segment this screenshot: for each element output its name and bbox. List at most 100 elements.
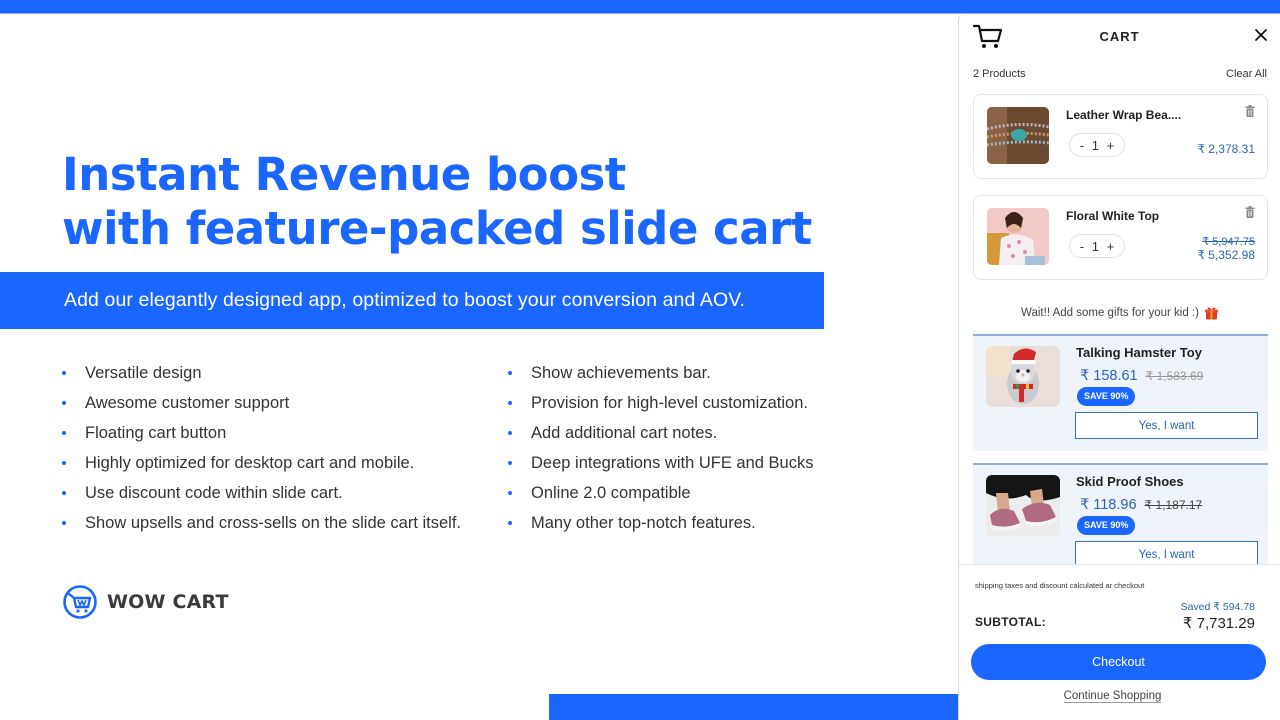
continue-shopping: Continue Shopping (959, 690, 1266, 703)
continue-shopping-link[interactable]: Continue Shopping (1063, 690, 1162, 703)
feature-text: Show achievements bar. (531, 363, 711, 382)
feature-item: Many other top-notch features. (508, 508, 813, 538)
bullet-icon (62, 371, 66, 375)
item-price: ₹ 2,378.31 (1197, 142, 1255, 156)
item-name: Floral White Top (1066, 209, 1160, 223)
bottom-accent-bar (549, 694, 969, 720)
save-badge: SAVE 90% (1077, 387, 1136, 406)
feature-item: Floating cart button (62, 418, 461, 448)
gift-message-text: Wait!! Add some gifts for your kid :) (1021, 307, 1199, 319)
qty-increase-button[interactable]: + (1107, 138, 1115, 153)
feature-item: Use discount code within slide cart. (62, 478, 461, 508)
bullet-icon (62, 401, 66, 405)
feature-text: Many other top-notch features. (531, 513, 756, 532)
headline-line-1: Instant Revenue boost (62, 148, 626, 201)
feature-text: Versatile design (85, 363, 202, 382)
upsell-name: Skid Proof Shoes (1076, 474, 1184, 489)
cart-circle-logo-icon (63, 585, 97, 619)
feature-text: Add additional cart notes. (531, 423, 718, 442)
saved-amount: Saved ₹ 594.78 (1180, 601, 1255, 613)
item-price: ₹ 5,352.98 (1197, 248, 1255, 262)
qty-decrease-button[interactable]: - (1080, 239, 1084, 254)
trash-icon[interactable] (1245, 105, 1255, 117)
subtotal-value: ₹ 7,731.29 (1182, 615, 1255, 632)
shipping-note: shipping taxes and discount calculated a… (975, 581, 1145, 590)
bullet-icon (62, 461, 66, 465)
feature-text: Awesome customer support (85, 393, 290, 412)
headline-line-2: with feature-packed slide cart (62, 202, 812, 255)
bullet-icon (508, 371, 512, 375)
shoes-photo (986, 475, 1060, 536)
feature-item: Versatile design (62, 358, 461, 388)
upsell-old-price: ₹ 1,187.17 (1144, 498, 1203, 512)
close-icon[interactable] (1252, 26, 1270, 44)
feature-text: Provision for high-level customization. (531, 393, 808, 412)
cart-meta: 2 Products Clear All (959, 62, 1280, 86)
top-accent-bar (0, 0, 1280, 14)
bullet-icon (508, 521, 512, 525)
bullet-icon (62, 491, 66, 495)
gift-message: Wait!! Add some gifts for your kid :) (959, 306, 1280, 320)
feature-text: Show upsells and cross-sells on the slid… (85, 513, 462, 532)
bullet-icon (508, 431, 512, 435)
quantity-stepper: - 1 + (1069, 133, 1125, 157)
cart-header: CART (959, 14, 1280, 62)
upsell-card: Talking Hamster Toy ₹ 158.61 ₹ 1,583.69 … (973, 334, 1268, 451)
upsell-prices: ₹ 158.61 ₹ 1,583.69 (1080, 368, 1203, 384)
upsell-prices: ₹ 118.96 ₹ 1,187.17 (1080, 497, 1202, 513)
item-price-block: ₹ 2,378.31 (1197, 143, 1255, 156)
hamster-toy-photo (986, 346, 1060, 407)
feature-text: Highly optimized for desktop cart and mo… (85, 453, 415, 472)
feature-item: Highly optimized for desktop cart and mo… (62, 448, 461, 478)
subtitle-banner: Add our elegantly designed app, optimize… (0, 272, 824, 329)
cart-items: Leather Wrap Bea.... - 1 + ₹ 2,378.31 Fl… (959, 94, 1280, 280)
feature-item: Online 2.0 compatible (508, 478, 813, 508)
item-price-block: ₹ 5,947.75 ₹ 5,352.98 (1197, 236, 1255, 262)
feature-item: Provision for high-level customization. (508, 388, 813, 418)
feature-item: Show achievements bar. (508, 358, 813, 388)
feature-list-right: Show achievements bar. Provision for hig… (508, 358, 813, 538)
brand-logo: WOW CART (62, 584, 229, 620)
cart-item: Floral White Top - 1 + ₹ 5,947.75 ₹ 5,35… (973, 195, 1268, 280)
product-count: 2 Products (973, 68, 1026, 80)
gift-icon (1204, 307, 1218, 320)
feature-text: Use discount code within slide cart. (85, 483, 343, 502)
bullet-icon (62, 431, 66, 435)
feature-item: Show upsells and cross-sells on the slid… (62, 508, 461, 538)
trash-icon[interactable] (1245, 206, 1255, 218)
feature-item: Awesome customer support (62, 388, 461, 418)
upsell-price: ₹ 158.61 (1080, 368, 1138, 384)
qty-value: 1 (1091, 238, 1099, 254)
bullet-icon (508, 461, 512, 465)
cart-title: CART (1099, 29, 1140, 44)
subtitle-text: Add our elegantly designed app, optimize… (64, 289, 746, 311)
qty-increase-button[interactable]: + (1107, 239, 1115, 254)
checkout-button[interactable]: Checkout (971, 644, 1266, 680)
qty-value: 1 (1091, 137, 1099, 153)
upsell-old-price: ₹ 1,583.69 (1145, 369, 1204, 383)
floral-top-photo (987, 208, 1049, 265)
bullet-icon (508, 401, 512, 405)
subtotal-label: SUBTOTAL: (975, 615, 1046, 629)
save-badge: SAVE 90% (1077, 516, 1136, 535)
clear-all-button[interactable]: Clear All (1226, 68, 1267, 80)
upsell-card: Skid Proof Shoes ₹ 118.96 ₹ 1,187.17 SAV… (973, 463, 1268, 580)
feature-item: Deep integrations with UFE and Bucks (508, 448, 813, 478)
bullet-icon (62, 521, 66, 525)
feature-item: Add additional cart notes. (508, 418, 813, 448)
cart-footer: shipping taxes and discount calculated a… (959, 564, 1280, 720)
quantity-stepper: - 1 + (1069, 234, 1125, 258)
bullet-icon (508, 491, 512, 495)
brand-name: WOW CART (107, 591, 229, 613)
bracelet-photo (987, 107, 1049, 164)
qty-decrease-button[interactable]: - (1080, 138, 1084, 153)
cart-item: Leather Wrap Bea.... - 1 + ₹ 2,378.31 (973, 94, 1268, 179)
upsell-name: Talking Hamster Toy (1076, 345, 1202, 360)
feature-list-left: Versatile design Awesome customer suppor… (62, 358, 461, 538)
item-name: Leather Wrap Bea.... (1066, 108, 1182, 122)
feature-text: Floating cart button (85, 423, 227, 442)
slide-cart-drawer: CART 2 Products Clear All Leather Wrap B… (958, 14, 1280, 720)
feature-text: Online 2.0 compatible (531, 483, 691, 502)
add-upsell-button[interactable]: Yes, I want (1075, 412, 1258, 439)
headline: Instant Revenue boost with feature-packe… (62, 148, 812, 256)
